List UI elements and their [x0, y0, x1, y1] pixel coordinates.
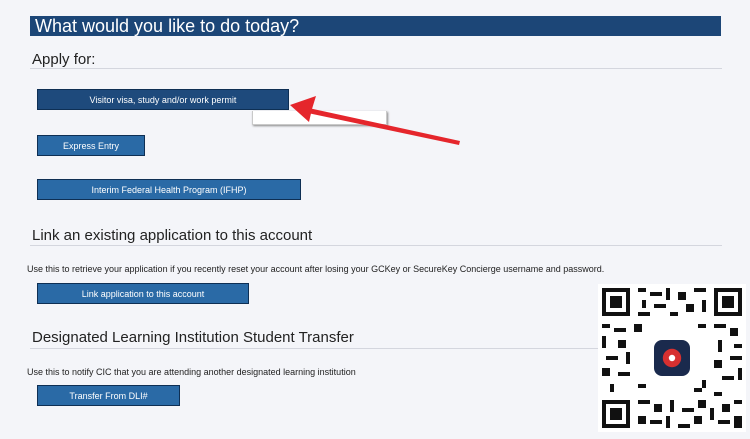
qr-code-icon — [598, 284, 746, 432]
